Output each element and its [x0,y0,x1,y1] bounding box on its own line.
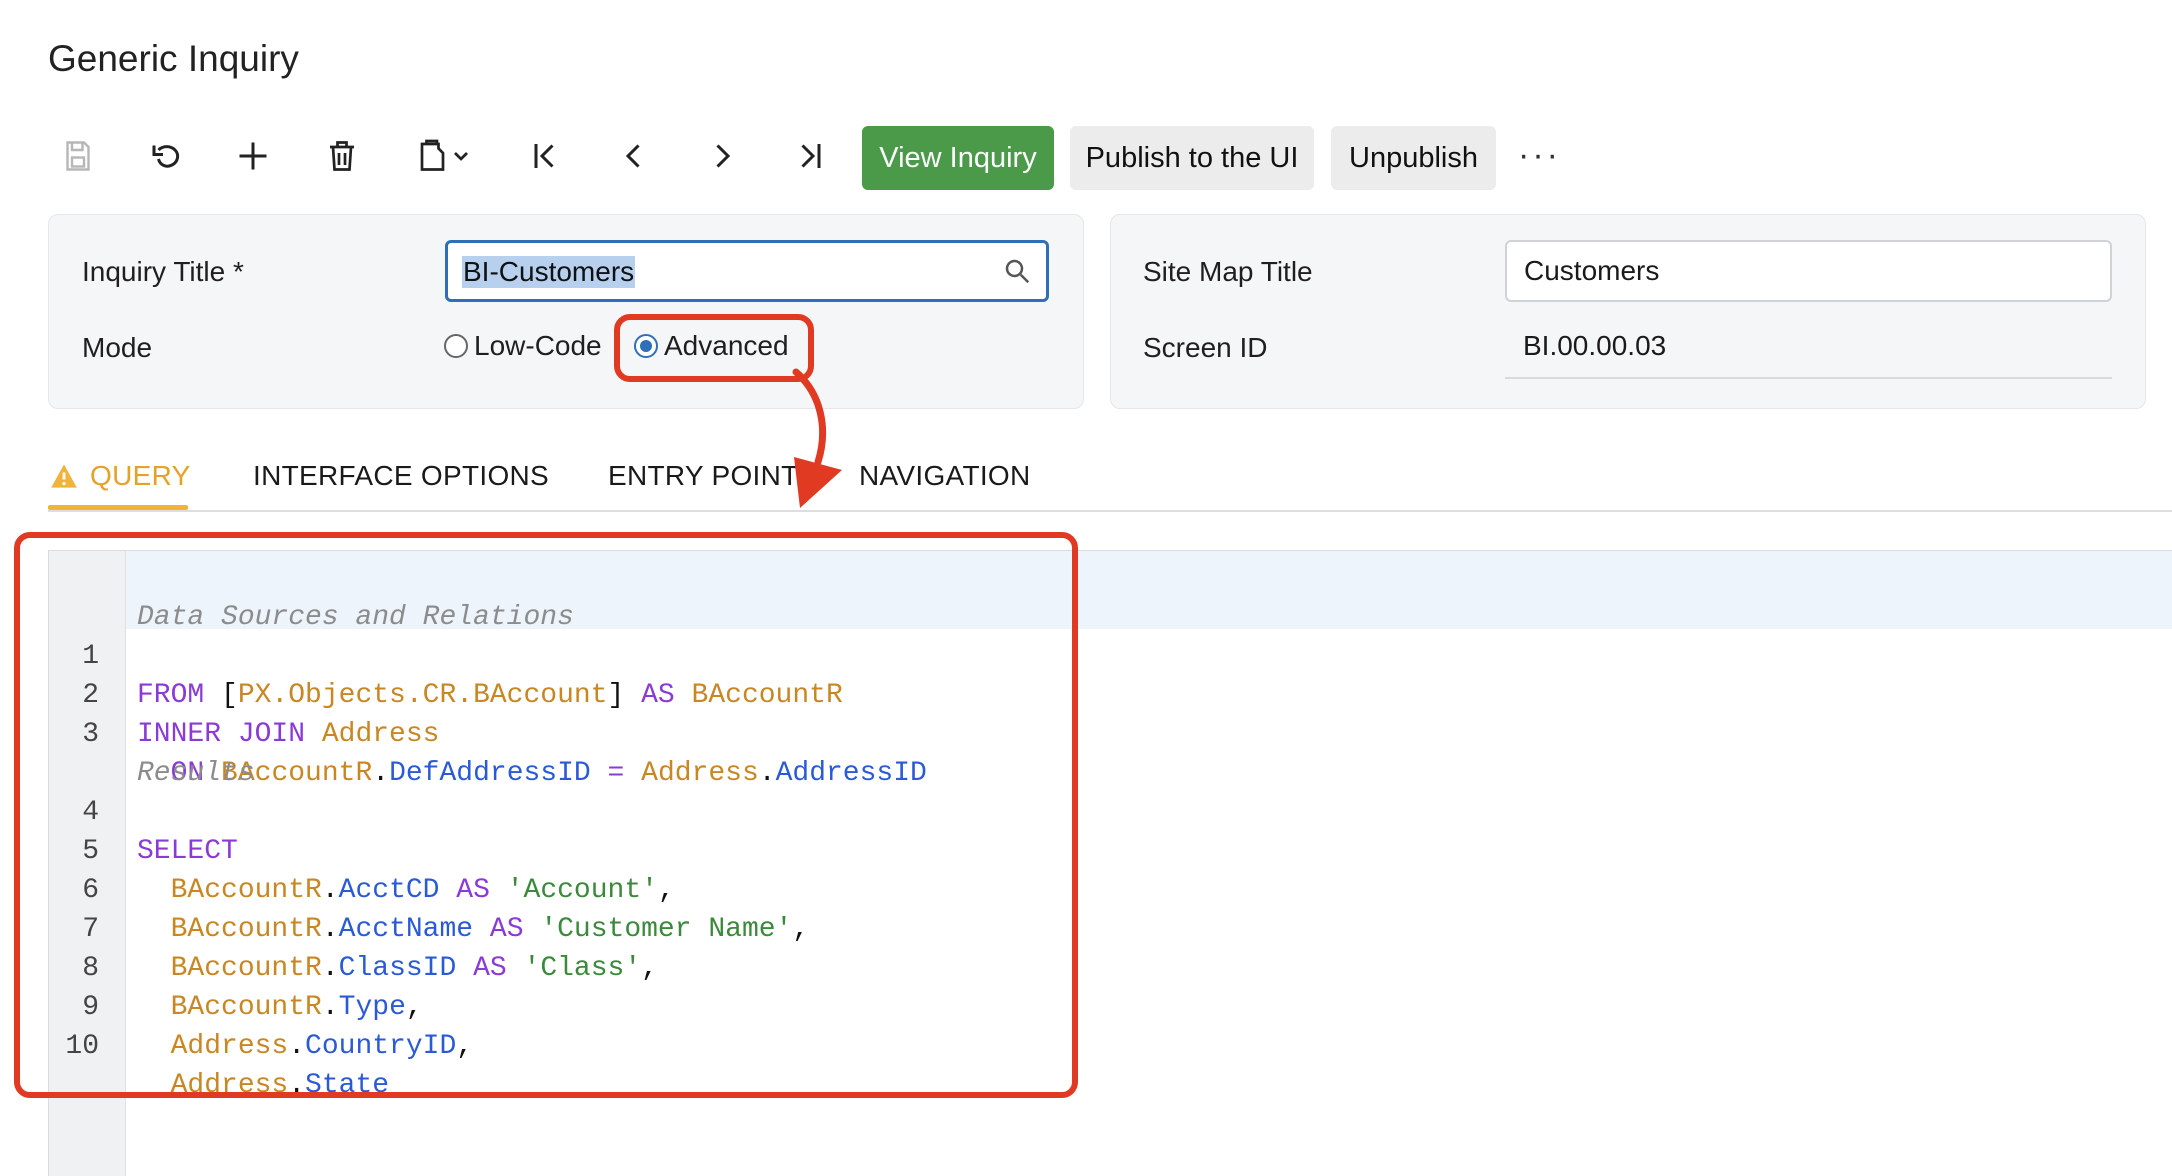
delete-icon[interactable] [320,134,364,178]
save-icon[interactable] [56,134,100,178]
next-record-icon[interactable] [700,134,744,178]
mode-low-code-label: Low-Code [474,330,602,361]
radio-unchecked-icon [444,334,468,358]
add-icon[interactable] [231,134,275,178]
tab-navigation[interactable]: NAVIGATION [859,460,1031,492]
site-map-title-input[interactable]: Customers [1505,240,2112,302]
undo-icon[interactable] [144,134,188,178]
tab-query-label: QUERY [90,460,191,491]
inquiry-title-value: BI-Customers [462,256,636,288]
warning-icon [51,464,77,488]
screen-id-divider [1505,377,2112,379]
inquiry-title-input[interactable]: BI-Customers [445,240,1049,302]
tabs-divider [48,510,2172,512]
screen-id-value: BI.00.00.03 [1523,330,1667,361]
more-actions-icon[interactable]: ··· [1518,136,1561,175]
site-map-title-label: Site Map Title [1143,256,1313,287]
search-icon[interactable] [1002,256,1032,286]
previous-record-icon[interactable] [612,134,656,178]
publish-to-ui-button[interactable]: Publish to the UI [1070,126,1314,190]
mode-low-code-radio[interactable]: Low-Code [444,330,602,362]
tab-entry-point[interactable]: ENTRY POINT [608,460,799,492]
copy-paste-icon[interactable] [408,134,478,178]
tab-query[interactable]: QUERY [50,460,191,492]
mode-label: Mode [82,332,153,363]
advanced-mode-highlight [614,314,814,382]
inquiry-title-label: Inquiry Title * [82,256,244,287]
last-record-icon[interactable] [788,134,832,178]
view-inquiry-button[interactable]: View Inquiry [862,126,1054,190]
unpublish-button[interactable]: Unpublish [1331,126,1496,190]
screen-id-label: Screen ID [1143,332,1268,363]
tab-interface-options[interactable]: INTERFACE OPTIONS [253,460,549,492]
page-title: Generic Inquiry [48,38,299,79]
first-record-icon[interactable] [523,134,567,178]
query-editor-highlight [14,532,1078,1098]
